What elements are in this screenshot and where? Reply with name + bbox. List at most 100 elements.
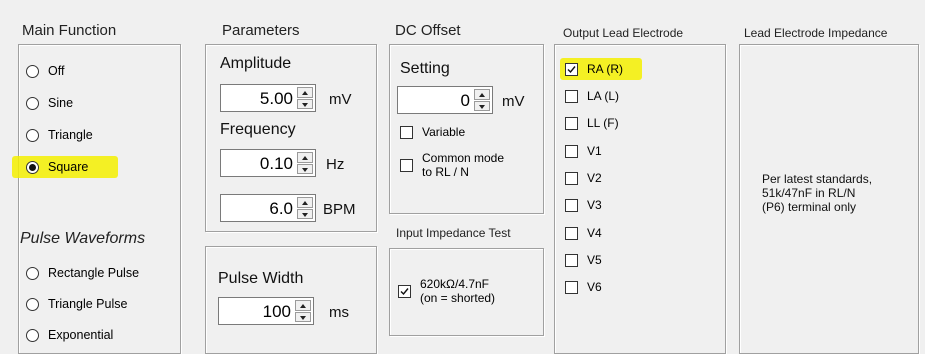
dc-setting-value[interactable]: 0: [461, 91, 470, 111]
pulse-width-unit: ms: [329, 304, 349, 321]
radio-exponential-indicator[interactable]: [26, 328, 39, 342]
impedance-checkbox-row[interactable]: 620kΩ/4.7nF (on = shorted): [398, 277, 495, 305]
arrow-up-icon: [479, 93, 485, 97]
variable-checkbox-row[interactable]: Variable: [400, 125, 465, 139]
frequency-spinbox[interactable]: 0.10: [220, 149, 316, 177]
lead-v3-checkbox[interactable]: [565, 198, 578, 212]
lead-v2-checkbox[interactable]: [565, 171, 578, 185]
checkmark-icon: [400, 287, 409, 295]
radio-triangle[interactable]: Triangle: [26, 128, 93, 142]
radio-triangle-label: Triangle: [48, 128, 93, 142]
lead-v1-checkbox[interactable]: [565, 144, 578, 158]
lead-v5-label: V5: [587, 253, 602, 267]
bpm-up-button[interactable]: [297, 197, 313, 208]
radio-off[interactable]: Off: [26, 64, 64, 78]
arrow-down-icon: [479, 104, 485, 109]
lead-v1[interactable]: V1: [565, 144, 602, 158]
lead-ra[interactable]: RA (R): [565, 62, 623, 76]
amplitude-label: Amplitude: [220, 55, 292, 72]
lead-v6-label: V6: [587, 280, 602, 294]
lead-v6[interactable]: V6: [565, 280, 602, 294]
pulse-width-down-button[interactable]: [295, 311, 311, 322]
radio-triangle-pulse-indicator[interactable]: [26, 297, 39, 311]
arrow-down-icon: [302, 212, 308, 217]
dc-setting-unit: mV: [502, 93, 525, 110]
lead-impedance-note-line1: Per latest standards,: [762, 172, 873, 186]
dc-offset-header: DC Offset: [395, 22, 461, 39]
frequency-value[interactable]: 0.10: [260, 154, 293, 174]
impedance-checkbox[interactable]: [398, 284, 411, 298]
common-mode-checkbox-row[interactable]: Common mode to RL / N: [400, 151, 504, 179]
pulse-width-spinbox[interactable]: 100: [218, 297, 314, 325]
pulse-waveforms-header: Pulse Waveforms: [20, 230, 146, 247]
amplitude-value[interactable]: 5.00: [260, 89, 293, 109]
variable-label: Variable: [422, 125, 466, 139]
common-mode-label-line1: Common mode: [422, 151, 505, 165]
impedance-label-line2: (on = shorted): [420, 291, 496, 305]
bpm-down-button[interactable]: [297, 208, 313, 219]
frequency-down-button[interactable]: [297, 163, 313, 174]
input-impedance-header: Input Impedance Test: [396, 226, 511, 240]
lead-impedance-note-line3: (P6) terminal only: [762, 200, 857, 214]
dc-setting-up-button[interactable]: [474, 89, 490, 100]
lead-v2[interactable]: V2: [565, 171, 602, 185]
lead-ra-checkbox[interactable]: [565, 62, 578, 76]
amplitude-unit: mV: [329, 91, 352, 108]
frequency-up-button[interactable]: [297, 152, 313, 163]
lead-v3[interactable]: V3: [565, 198, 602, 212]
parameters-header: Parameters: [222, 22, 300, 39]
main-function-header: Main Function: [22, 22, 117, 39]
lead-ll-label: LL (F): [587, 116, 619, 130]
lead-v5-checkbox[interactable]: [565, 253, 578, 267]
lead-ra-label: RA (R): [587, 62, 623, 76]
radio-rectangle-pulse-label: Rectangle Pulse: [48, 266, 140, 280]
radio-rectangle-pulse[interactable]: Rectangle Pulse: [26, 266, 139, 280]
lead-v4-checkbox[interactable]: [565, 226, 578, 240]
arrow-down-icon: [300, 315, 306, 320]
output-lead-header: Output Lead Electrode: [563, 26, 684, 40]
radio-exponential[interactable]: Exponential: [26, 328, 113, 342]
impedance-label-line1: 620kΩ/4.7nF: [420, 277, 490, 291]
bpm-spinbox[interactable]: 6.0: [220, 194, 316, 222]
lead-v4-label: V4: [587, 226, 602, 240]
radio-triangle-indicator[interactable]: [26, 128, 39, 142]
lead-v2-label: V2: [587, 171, 602, 185]
radio-square-indicator[interactable]: [26, 160, 39, 174]
lead-la-checkbox[interactable]: [565, 89, 578, 103]
radio-rectangle-pulse-indicator[interactable]: [26, 266, 39, 280]
dc-setting-spinbox[interactable]: 0: [397, 86, 493, 114]
frequency-label: Frequency: [220, 121, 296, 138]
lead-v6-checkbox[interactable]: [565, 280, 578, 294]
amplitude-spinbox[interactable]: 5.00: [220, 84, 316, 112]
amplitude-up-button[interactable]: [297, 87, 313, 98]
bpm-unit: BPM: [323, 201, 356, 218]
bpm-value[interactable]: 6.0: [269, 199, 293, 219]
lead-v4[interactable]: V4: [565, 226, 602, 240]
radio-sine-indicator[interactable]: [26, 96, 39, 110]
radio-off-indicator[interactable]: [26, 64, 39, 78]
radio-sine-label: Sine: [48, 96, 74, 110]
arrow-up-icon: [300, 304, 306, 308]
lead-ll[interactable]: LL (F): [565, 116, 619, 130]
lead-la[interactable]: LA (L): [565, 89, 619, 103]
radio-triangle-pulse-label: Triangle Pulse: [48, 297, 128, 311]
lead-v5[interactable]: V5: [565, 253, 602, 267]
lead-impedance-note-line2: 51k/47nF in RL/N: [762, 186, 856, 200]
pulse-width-up-button[interactable]: [295, 300, 311, 311]
radio-square[interactable]: Square: [26, 160, 88, 174]
radio-triangle-pulse[interactable]: Triangle Pulse: [26, 297, 127, 311]
arrow-down-icon: [302, 102, 308, 107]
arrow-down-icon: [302, 167, 308, 172]
amplitude-down-button[interactable]: [297, 98, 313, 109]
lead-ll-checkbox[interactable]: [565, 116, 578, 130]
checkmark-icon: [567, 65, 576, 73]
lead-v1-label: V1: [587, 144, 602, 158]
common-mode-checkbox[interactable]: [400, 158, 413, 172]
radio-sine[interactable]: Sine: [26, 96, 73, 110]
dc-setting-down-button[interactable]: [474, 100, 490, 111]
lead-v3-label: V3: [587, 198, 602, 212]
common-mode-label-line2: to RL / N: [422, 165, 469, 179]
variable-checkbox[interactable]: [400, 125, 413, 139]
arrow-up-icon: [302, 201, 308, 205]
pulse-width-value[interactable]: 100: [263, 302, 291, 322]
